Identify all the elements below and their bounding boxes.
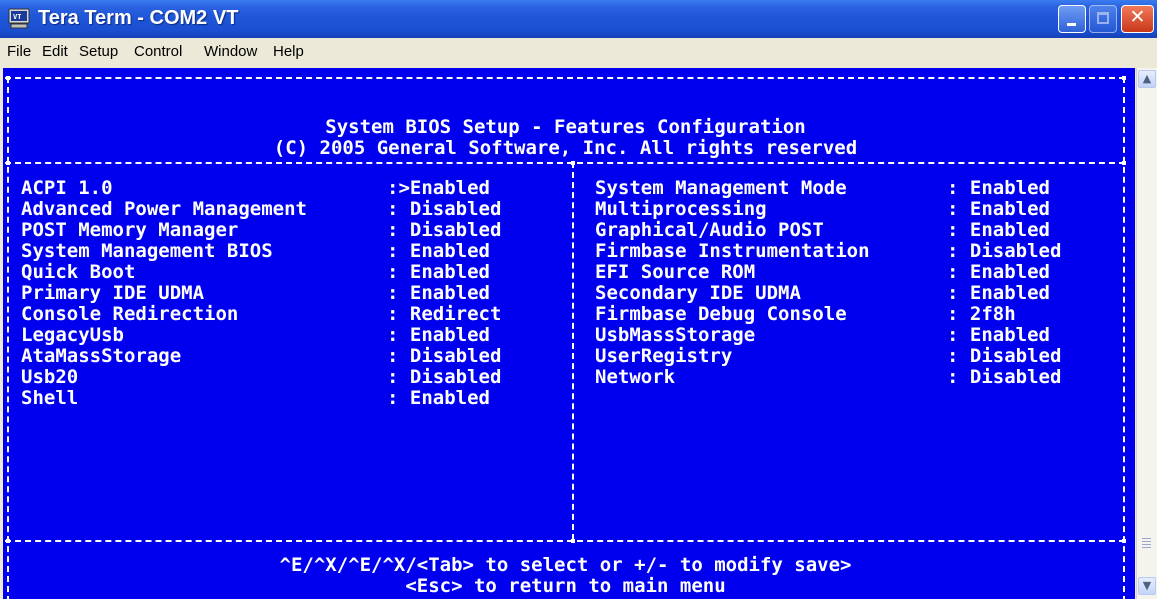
help-line-navigation: ^E/^X/^E/^X/<Tab> to select or +/- to mo… [279, 554, 852, 576]
border-footer-divider [5, 540, 1125, 542]
option-label[interactable]: Graphical/Audio POST [595, 220, 824, 241]
option-value[interactable]: : Disabled [387, 199, 501, 220]
menu-setup[interactable]: Setup [79, 43, 118, 60]
option-value[interactable]: : Enabled [387, 262, 490, 283]
window-title: Tera Term - COM2 VT [38, 7, 239, 29]
menu-window[interactable]: Window [204, 43, 257, 60]
option-label[interactable]: Firmbase Debug Console [595, 304, 847, 325]
border-header-divider [5, 162, 1125, 164]
option-value[interactable]: : Enabled [947, 220, 1050, 241]
help-line-escape: <Esc> to return to main menu [405, 575, 726, 597]
border-node [6, 539, 10, 543]
option-label[interactable]: Primary IDE UDMA [21, 283, 204, 304]
border-column-divider [572, 162, 574, 540]
minimize-button[interactable] [1058, 5, 1086, 33]
option-value[interactable]: : Enabled [947, 325, 1050, 346]
bios-title: System BIOS Setup - Features Configurati… [325, 116, 806, 138]
border-node [6, 161, 10, 165]
option-label[interactable]: Quick Boot [21, 262, 135, 283]
option-value[interactable]: : Enabled [387, 241, 490, 262]
option-value[interactable]: : Enabled [387, 325, 490, 346]
maximize-button[interactable] [1089, 5, 1117, 33]
option-label[interactable]: POST Memory Manager [21, 220, 238, 241]
option-label[interactable]: Usb20 [21, 367, 78, 388]
option-label[interactable]: Advanced Power Management [21, 199, 307, 220]
scroll-up-button[interactable]: ▲ [1138, 70, 1156, 88]
option-value[interactable]: : Disabled [947, 367, 1061, 388]
menu-bar: File Edit Setup Control Window Help [0, 38, 1157, 65]
option-label[interactable]: AtaMassStorage [21, 346, 181, 367]
option-label[interactable]: UserRegistry [595, 346, 732, 367]
border-node [571, 539, 575, 543]
tera-term-window: VT Tera Term - COM2 VT ✕ File Edit Setup… [0, 0, 1157, 599]
terminal-screen[interactable]: System BIOS Setup - Features Configurati… [3, 68, 1135, 599]
border-node [1122, 539, 1126, 543]
option-label[interactable]: Shell [21, 388, 78, 409]
svg-text:VT: VT [13, 13, 21, 21]
option-label[interactable]: LegacyUsb [21, 325, 124, 346]
option-value[interactable]: : Disabled [947, 346, 1061, 367]
border-node [1122, 161, 1126, 165]
option-value[interactable]: : Enabled [947, 199, 1050, 220]
title-bar[interactable]: VT Tera Term - COM2 VT ✕ [0, 0, 1157, 38]
border-top [5, 77, 1125, 79]
option-label[interactable]: Secondary IDE UDMA [595, 283, 801, 304]
option-value[interactable]: : Enabled [387, 283, 490, 304]
option-label[interactable]: Network [595, 367, 675, 388]
vertical-scrollbar[interactable]: ▲ ▼ [1136, 68, 1157, 599]
option-value[interactable]: :>Enabled [387, 178, 490, 199]
option-value[interactable]: : Enabled [387, 388, 490, 409]
option-value[interactable]: : Enabled [947, 262, 1050, 283]
border-node [1122, 76, 1126, 80]
menu-file[interactable]: File [7, 43, 31, 60]
scroll-down-button[interactable]: ▼ [1138, 577, 1156, 595]
option-value[interactable]: : 2f8h [947, 304, 1016, 325]
tera-term-app-icon[interactable]: VT [8, 8, 30, 29]
option-value[interactable]: : Disabled [947, 241, 1061, 262]
close-icon: ✕ [1129, 6, 1146, 28]
scroll-grip-icon[interactable] [1142, 538, 1151, 550]
option-value[interactable]: : Disabled [387, 367, 501, 388]
scroll-down-arrow-icon: ▼ [1142, 579, 1152, 592]
menu-help[interactable]: Help [273, 43, 304, 60]
bios-copyright: (C) 2005 General Software, Inc. All righ… [273, 137, 858, 159]
scroll-up-arrow-icon: ▲ [1142, 72, 1152, 85]
border-node [6, 76, 10, 80]
option-value[interactable]: : Disabled [387, 346, 501, 367]
option-value[interactable]: : Enabled [947, 283, 1050, 304]
option-value[interactable]: : Disabled [387, 220, 501, 241]
option-label[interactable]: EFI Source ROM [595, 262, 755, 283]
option-label[interactable]: Multiprocessing [595, 199, 767, 220]
option-value[interactable]: : Enabled [947, 178, 1050, 199]
option-label[interactable]: Console Redirection [21, 304, 238, 325]
option-label[interactable]: Firmbase Instrumentation [595, 241, 870, 262]
menu-control[interactable]: Control [134, 43, 182, 60]
option-label[interactable]: UsbMassStorage [595, 325, 755, 346]
minimize-icon [1067, 23, 1076, 26]
menu-edit[interactable]: Edit [42, 43, 68, 60]
option-label[interactable]: ACPI 1.0 [21, 178, 113, 199]
option-label[interactable]: System Management BIOS [21, 241, 273, 262]
close-button[interactable]: ✕ [1121, 5, 1154, 33]
option-label[interactable]: System Management Mode [595, 178, 847, 199]
maximize-icon [1097, 12, 1109, 24]
option-value[interactable]: : Redirect [387, 304, 501, 325]
border-node [571, 161, 575, 165]
